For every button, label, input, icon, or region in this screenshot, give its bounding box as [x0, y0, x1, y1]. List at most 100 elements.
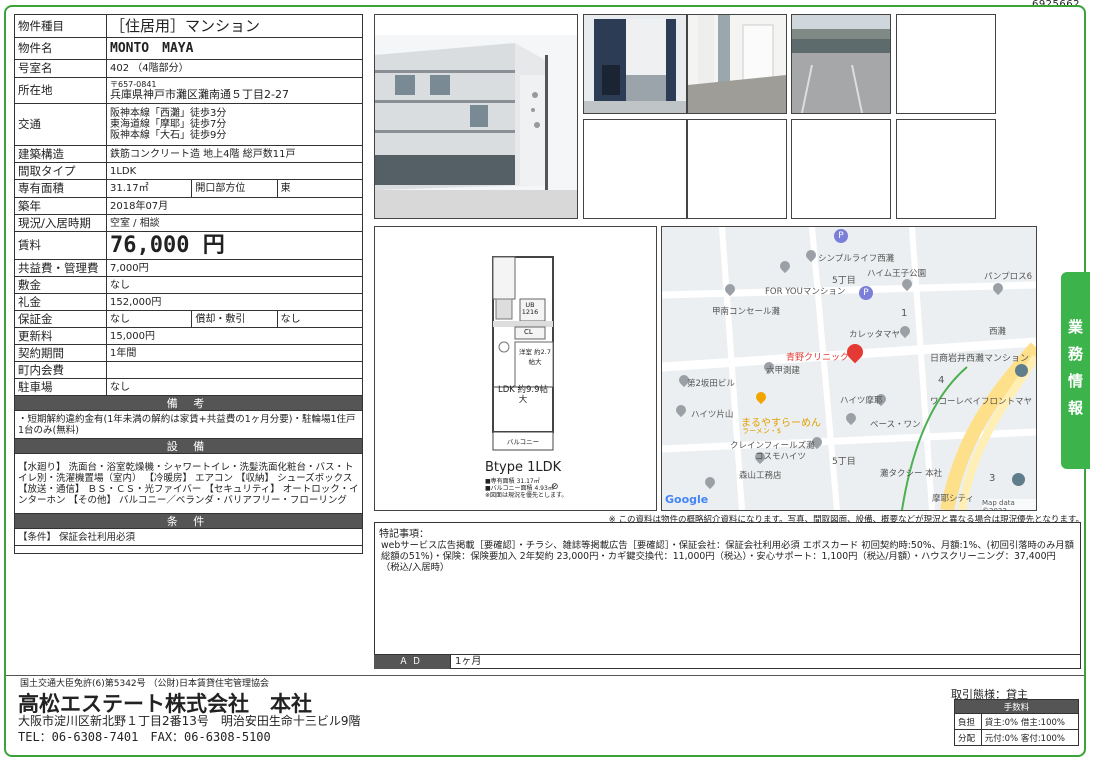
facilities-header: 設 備 [14, 438, 363, 454]
address-value: 〒657-0841 兵庫県神戸市灘区灘南通５丁目2-27 [106, 77, 363, 104]
property-info-table: 物件種目 ［住居用］マンション 物件名 MONTO MAYA 号室名 402 （… [14, 14, 364, 554]
google-logo: Google [665, 493, 709, 506]
structure-value: 鉄筋コンクリート造 地上4階 総戸数11戸 [106, 145, 363, 163]
map-label: 摩耶シティ [932, 494, 974, 504]
place-pin-icon [1012, 473, 1025, 486]
room-label: 号室名 [14, 59, 107, 78]
building-exterior-photo [374, 14, 578, 219]
conditions-header: 条 件 [14, 513, 363, 529]
plan-note-line: ※図面は現況を優先とします。 [485, 492, 568, 499]
photo-slot-empty [896, 119, 996, 219]
conditions-text: 【条件】 保証会社利用必須 [14, 528, 363, 546]
rent-label: 賃料 [14, 231, 107, 260]
map-label: シンプルライフ西灘 [818, 254, 895, 264]
cl-label: CL [524, 328, 533, 336]
photo-slot-empty [687, 119, 787, 219]
structure-label: 建築構造 [14, 145, 107, 163]
parking-image [792, 15, 890, 113]
traffic-line: 阪神本線「西灘」徒歩3分 [110, 108, 227, 119]
bedroom-label: 洋室 約2.7帖大 [519, 348, 551, 366]
association-fee-value [106, 361, 363, 379]
traffic-line: 阪神本線「大石」徒歩9分 [110, 130, 227, 141]
map-label: パンプロス6 [984, 272, 1033, 282]
map-label: ハイム王子公園 [867, 269, 927, 279]
special-notes-title: 特記事項： [379, 529, 429, 540]
direction-value: 東 [276, 179, 364, 198]
type-value: ［住居用］マンション [106, 14, 363, 38]
type-label: 物件種目 [14, 14, 107, 38]
map-roads [662, 227, 1036, 510]
interior-image [688, 15, 786, 113]
map-label: コスモハイツ [755, 452, 806, 462]
building-exterior-image [375, 15, 577, 218]
rent-value: 76,000 円 [106, 231, 363, 260]
facilities-text: 【水廻り】 洗面台・浴室乾燥機・シャワートイレ・洗髪洗面化粧台・バス・トイレ別・… [14, 453, 363, 514]
remarks-header: 備 考 [14, 395, 363, 411]
entrance-image [584, 15, 686, 113]
ub-text: UB 1216 [521, 301, 539, 316]
plan-type: Btype 1LDK [485, 460, 562, 475]
commission-row-label: 負担 [954, 713, 982, 730]
map-label: 4 [938, 375, 945, 386]
commission-header: 手数料 [954, 699, 1079, 714]
built-label: 築年 [14, 197, 107, 215]
map-label: 5丁目 [832, 457, 856, 467]
deposit-value: なし [106, 276, 363, 294]
amortization-value: なし [276, 310, 364, 328]
map-label: 第2坂田ビル [687, 379, 735, 389]
photo-slot-empty [896, 14, 996, 114]
map-label: 森山工務店 [739, 471, 782, 481]
status-value: 空室 / 相談 [106, 214, 363, 232]
map-label: 六甲測建 [766, 366, 801, 376]
commission-row-label: 分配 [954, 729, 982, 746]
business-info-tab[interactable]: 業務情報 [1061, 272, 1090, 469]
common-fee-value: 7,000円 [106, 259, 363, 277]
status-label: 現況/入居時期 [14, 214, 107, 232]
map-label: 1 [901, 308, 908, 319]
ad-bar: ＡＤ 1ヶ月 [374, 654, 1081, 669]
parking-label: 駐車場 [14, 378, 107, 396]
room-value: 402 （4階部分） [106, 59, 363, 78]
renewal-fee-value: 15,000円 [106, 327, 363, 345]
map-label: ベース・ワン [870, 420, 921, 430]
remarks-text: ・短期解約違約金有(1年未満の解約は家賃+共益費の1ヶ月分要)・駐輪場1住戸1台… [14, 410, 363, 439]
map-label: ラーメン・$ [742, 427, 782, 435]
area-label: 専有面積 [14, 179, 107, 198]
parking-photo [791, 14, 891, 114]
special-notes-text: webサービス広告掲載［要確認］・チラシ、雑誌等掲載広告［要確認］・保証会社：保… [381, 540, 1074, 573]
photo-slot-empty [583, 119, 687, 219]
map-label: 甲南コンセール灘 [712, 307, 781, 317]
ad-label: ＡＤ [374, 655, 450, 669]
name-label: 物件名 [14, 37, 107, 60]
commission-row-value: 元付:0% 客付:100% [980, 729, 1080, 746]
name-value: MONTO MAYA [106, 37, 363, 60]
common-fee-label: 共益費・管理費 [14, 259, 107, 277]
deposit-label: 敷金 [14, 276, 107, 294]
map-label: 日商岩井西灘マンション [930, 354, 1030, 364]
contract-label: 契約期間 [14, 344, 107, 362]
location-map[interactable]: P P シンプルライフ西灘 5丁目 ハイム王子公園 パンプロス6 FOR YOU… [661, 226, 1037, 511]
balcony-label: バルコニー [506, 438, 540, 446]
table-footer-spacer [14, 545, 363, 554]
parking-map-icon: P [834, 229, 848, 243]
traffic-label: 交通 [14, 103, 107, 146]
layout-value: 1LDK [106, 162, 363, 180]
ub-label: UB 1216 [521, 302, 539, 316]
association-fee-label: 町内会費 [14, 361, 107, 379]
guarantee-label: 保証金 [14, 310, 107, 328]
map-label: ハイツ片山 [691, 410, 734, 420]
commission-row-value: 貸主:0% 借主:100% [980, 713, 1080, 730]
direction-label: 開口部方位 [191, 179, 278, 198]
map-label: FOR YOUマンション [765, 287, 846, 297]
business-info-tab-text: 業務情報 [1068, 318, 1084, 417]
map-label: ワコーレベイフロントマヤ [930, 397, 1033, 407]
map-copyright: Map data ©2023 [982, 499, 1036, 510]
place-pin-icon [1015, 364, 1028, 377]
entrance-photo [583, 14, 687, 114]
parking-map-icon: P [859, 286, 873, 300]
ldk-label: LDK 約9.9帖 大 [497, 385, 549, 405]
map-label: 青野クリニック [786, 353, 850, 363]
amortization-label: 償却・敷引 [191, 310, 278, 328]
interior-photo [687, 14, 787, 114]
special-notes-box: 特記事項： webサービス広告掲載［要確認］・チラシ、雑誌等掲載広告［要確認］・… [374, 522, 1081, 669]
